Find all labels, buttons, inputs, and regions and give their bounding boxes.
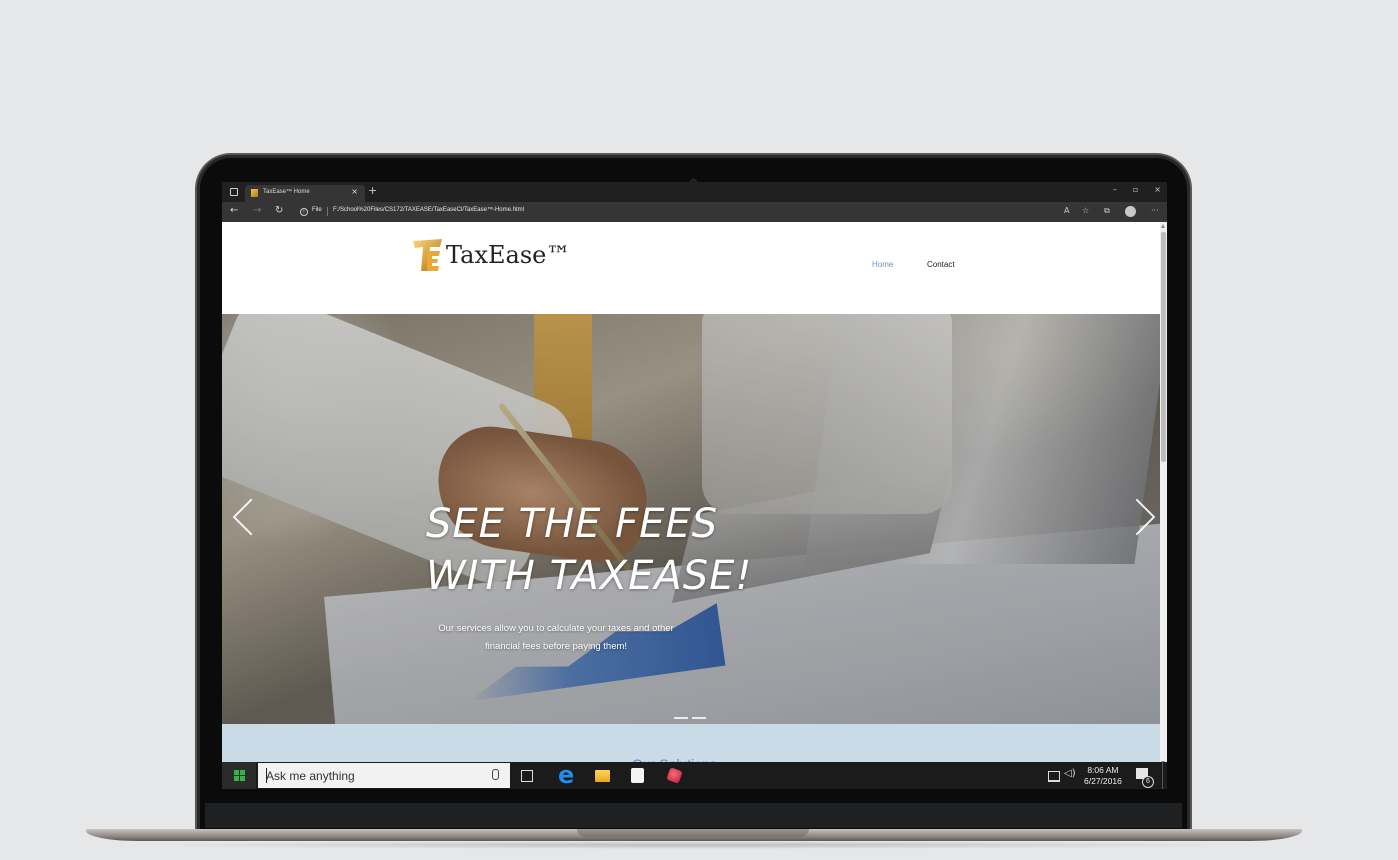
- tab-title: TaxEase™ Home: [263, 189, 310, 195]
- show-desktop-button[interactable]: [1162, 762, 1163, 789]
- windows-logo-icon: [234, 770, 245, 781]
- tab-actions-icon[interactable]: [230, 188, 238, 196]
- microphone-icon[interactable]: [492, 769, 499, 780]
- window-controls: – ▫ ×: [1113, 185, 1161, 194]
- file-explorer-icon[interactable]: [595, 770, 610, 782]
- laptop-shadow: [120, 841, 1270, 849]
- back-button[interactable]: ←: [230, 205, 238, 216]
- start-button[interactable]: [222, 762, 256, 789]
- scrollbar-thumb[interactable]: [1161, 232, 1166, 462]
- carousel-indicator[interactable]: [692, 717, 706, 719]
- address-separator: [327, 207, 328, 216]
- taxease-logo-icon: [413, 239, 442, 271]
- carousel-indicators: [674, 717, 706, 719]
- maximize-button[interactable]: ▫: [1133, 185, 1138, 194]
- hero-title: SEE THE FEES WITH TAXEASE!: [426, 498, 756, 602]
- volume-icon[interactable]: ◁): [1064, 768, 1076, 779]
- web-page: TaxEase™ Home Contact SEE THE FEES WITH …: [222, 222, 1160, 767]
- carousel-indicator[interactable]: [674, 717, 688, 719]
- refresh-button[interactable]: ↻: [275, 205, 283, 216]
- forward-button[interactable]: →: [253, 205, 261, 216]
- favorites-icon[interactable]: ☆: [1082, 206, 1089, 215]
- edge-browser-icon[interactable]: e: [558, 763, 576, 787]
- collections-icon[interactable]: ⧉: [1104, 206, 1110, 216]
- clock-time: 8:06 AM: [1087, 765, 1119, 775]
- browser-tab[interactable]: TaxEase™ Home ×: [245, 185, 365, 202]
- network-icon[interactable]: [1048, 771, 1060, 782]
- system-clock[interactable]: 8:06 AM 6/27/2016: [1084, 765, 1122, 787]
- browser-titlebar: TaxEase™ Home × + – ▫ ×: [222, 182, 1167, 202]
- hero-subtitle: Our services allow you to calculate your…: [438, 623, 674, 652]
- hero-title-line-1: SEE THE FEES: [426, 501, 719, 547]
- store-icon[interactable]: [631, 768, 644, 783]
- read-aloud-icon[interactable]: A: [1064, 206, 1069, 215]
- services-section: Our Solutions: [222, 724, 1160, 767]
- favicon-icon: [251, 189, 258, 197]
- search-placeholder: Ask me anything: [266, 769, 355, 783]
- info-icon[interactable]: i: [300, 208, 308, 216]
- laptop-screen: TaxEase™ Home × + – ▫ × ← → ↻ i File F:/…: [222, 182, 1167, 789]
- task-view-icon[interactable]: [521, 770, 533, 782]
- taskbar-search[interactable]: Ask me anything: [258, 763, 510, 788]
- nav-link-home[interactable]: Home: [872, 260, 893, 269]
- scroll-up-icon[interactable]: [1161, 224, 1165, 228]
- close-window-button[interactable]: ×: [1154, 185, 1161, 194]
- hero-title-line-2: WITH TAXEASE!: [426, 553, 753, 599]
- windows-taskbar: Ask me anything e ◁) 8:06 AM 6/27/2016 6: [222, 762, 1167, 789]
- security-label: File: [312, 207, 322, 213]
- more-menu-icon[interactable]: ···: [1151, 206, 1159, 215]
- laptop-hinge-notch: [577, 829, 809, 837]
- laptop-bottom-bezel: [205, 803, 1182, 828]
- profile-avatar[interactable]: [1125, 206, 1136, 217]
- notification-count-badge: 6: [1142, 776, 1154, 788]
- nav-link-contact[interactable]: Contact: [927, 260, 955, 269]
- page-scrollbar[interactable]: [1160, 222, 1167, 767]
- new-tab-button[interactable]: +: [368, 184, 377, 197]
- address-bar: ← → ↻ i File F:/School%20Files/CS172/TAX…: [222, 202, 1167, 222]
- hero-carousel: SEE THE FEES WITH TAXEASE! Our services …: [222, 314, 1160, 724]
- app-icon[interactable]: [666, 767, 683, 784]
- minimize-button[interactable]: –: [1113, 185, 1117, 194]
- tab-close-icon[interactable]: ×: [351, 187, 358, 196]
- site-logo-text[interactable]: TaxEase™: [446, 241, 570, 269]
- url-field[interactable]: F:/School%20Files/CS172/TAXEASE/TaxEaseC…: [333, 207, 524, 213]
- clock-date: 6/27/2016: [1084, 776, 1122, 786]
